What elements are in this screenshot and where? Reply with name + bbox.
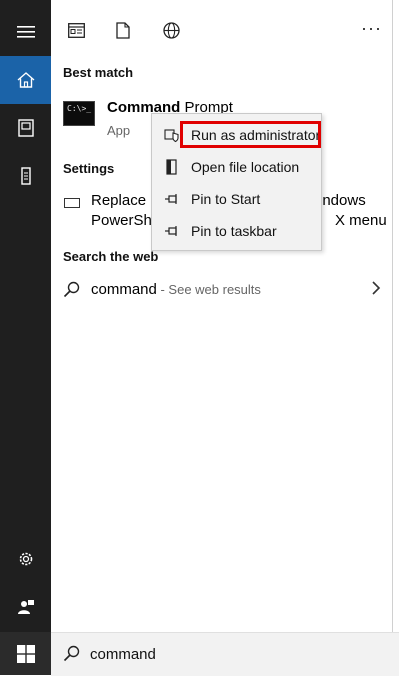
menu-item-pin-to-taskbar[interactable]: Pin to taskbar <box>152 215 321 247</box>
pin-icon <box>165 194 177 204</box>
context-menu: Run as administrator Open file location … <box>151 113 322 251</box>
search-bar <box>51 632 399 676</box>
start-button[interactable] <box>0 632 51 675</box>
notebook-button[interactable] <box>0 104 51 152</box>
globe-icon <box>162 21 180 39</box>
menu-item-label: Pin to taskbar <box>191 223 277 239</box>
search-icon <box>63 645 80 662</box>
menu-item-label: Pin to Start <box>191 191 261 207</box>
command-prompt-icon-text: C:\>_ <box>67 104 92 113</box>
search-input[interactable] <box>90 641 380 667</box>
feedback-button[interactable] <box>0 583 51 631</box>
more-options-button[interactable]: ··· <box>361 18 382 39</box>
display-settings-icon <box>64 198 80 208</box>
settings-result-line2-end: X menu <box>335 212 387 229</box>
file-location-icon <box>166 159 177 175</box>
command-prompt-icon: C:\>_ <box>63 101 95 126</box>
file-icon <box>116 21 130 39</box>
filter-bar: ··· <box>51 0 392 60</box>
pin-icon <box>165 226 177 236</box>
devices-button[interactable] <box>0 152 51 200</box>
nav-rail <box>0 0 51 675</box>
settings-heading: Settings <box>63 161 115 176</box>
web-filter-button[interactable] <box>161 20 181 40</box>
hamburger-menu-button[interactable] <box>0 8 51 56</box>
web-result-query: command <box>91 281 157 298</box>
documents-filter-button[interactable] <box>66 20 86 40</box>
settings-result-line2: PowerShe <box>91 212 161 229</box>
document-list-icon <box>67 22 85 38</box>
web-search-result[interactable]: command - See web results <box>63 278 385 304</box>
menu-item-run-as-administrator[interactable]: Run as administrator <box>152 119 321 151</box>
result-subtitle: App <box>107 123 131 138</box>
phone-icon <box>20 167 31 185</box>
home-icon <box>17 72 34 88</box>
menu-item-label: Open file location <box>191 159 300 175</box>
search-web-heading: Search the web <box>63 249 159 264</box>
settings-button[interactable] <box>0 535 51 583</box>
feedback-icon <box>17 600 34 614</box>
best-match-heading: Best match <box>63 65 134 80</box>
gear-icon <box>19 552 32 566</box>
shield-icon <box>164 129 179 143</box>
home-button[interactable] <box>0 56 51 104</box>
notebook-icon <box>17 119 34 137</box>
windows-logo-icon <box>16 644 35 663</box>
web-result-hint: - See web results <box>156 282 261 297</box>
menu-item-open-file-location[interactable]: Open file location <box>152 151 321 183</box>
window-edge <box>392 0 399 675</box>
settings-result-line1-end: indows <box>319 192 366 209</box>
results-panel: ··· Best match C:\>_ Command Prompt App … <box>51 0 393 632</box>
menu-item-label: Run as administrator <box>191 127 321 143</box>
web-result-text: command - See web results <box>91 281 261 298</box>
hamburger-icon <box>16 26 35 38</box>
files-filter-button[interactable] <box>113 20 133 40</box>
menu-item-pin-to-start[interactable]: Pin to Start <box>152 183 321 215</box>
search-icon <box>63 281 80 298</box>
chevron-right-icon[interactable] <box>371 280 381 296</box>
